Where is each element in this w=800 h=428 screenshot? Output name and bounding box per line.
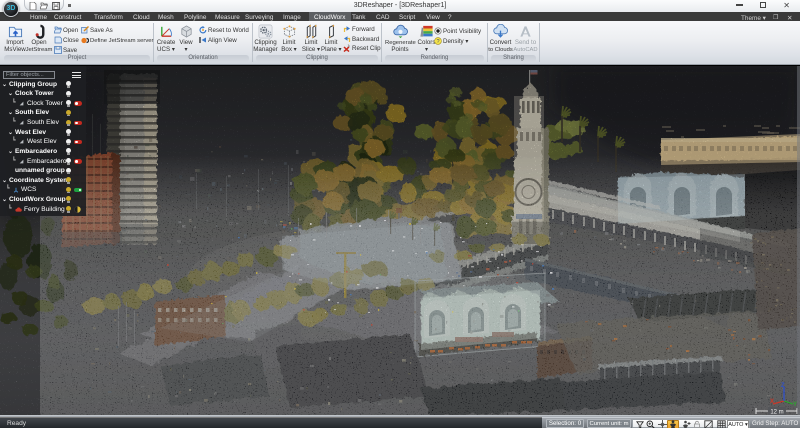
svg-text:Z: Z — [781, 383, 785, 389]
svg-text:Y: Y — [793, 402, 797, 408]
svg-text:X: X — [770, 399, 774, 405]
svg-text:?: ? — [436, 39, 439, 45]
